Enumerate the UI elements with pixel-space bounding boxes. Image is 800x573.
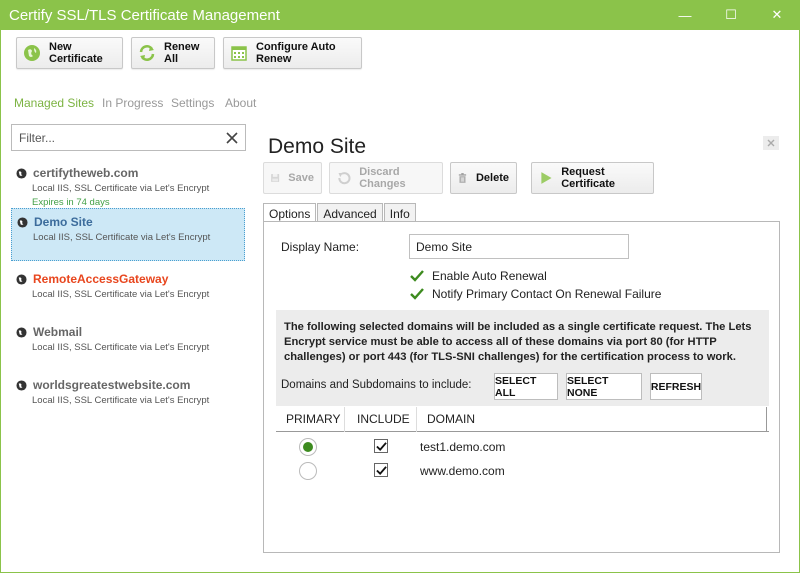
notify-contact-checkbox[interactable]: Notify Primary Contact On Renewal Failur… [409, 286, 661, 302]
site-name: worldsgreatestwebsite.com [33, 378, 191, 392]
clear-filter-button[interactable] [219, 131, 245, 144]
list-item[interactable]: certifytheweb.com Local IIS, SSL Certifi… [11, 160, 245, 208]
column-primary[interactable]: PRIMARY [286, 412, 340, 426]
trash-icon [458, 173, 467, 183]
refresh-icon [139, 45, 155, 61]
window-title: Certify SSL/TLS Certificate Management [9, 6, 280, 24]
list-item-selected[interactable]: Demo Site Local IIS, SSL Certificate via… [11, 208, 245, 261]
site-description: Local IIS, SSL Certificate via Let's Enc… [32, 183, 210, 194]
checkmark-icon [410, 270, 424, 282]
site-description: Local IIS, SSL Certificate via Let's Enc… [32, 342, 210, 353]
globe-icon [16, 273, 27, 285]
tab-in-progress[interactable]: In Progress [102, 96, 163, 110]
save-button[interactable]: Save [263, 162, 322, 194]
configure-auto-renew-button[interactable]: Configure Auto Renew [223, 37, 362, 69]
refresh-button[interactable]: REFRESH [650, 373, 702, 400]
column-domain[interactable]: DOMAIN [427, 412, 475, 426]
maximize-button[interactable]: ☐ [708, 0, 754, 30]
configure-auto-renew-label: Configure Auto Renew [256, 41, 336, 65]
request-certificate-label: Request Certificate [561, 166, 616, 190]
checkmark-icon [410, 288, 424, 300]
filter-input[interactable] [12, 125, 219, 150]
primary-radio[interactable] [299, 462, 317, 480]
primary-radio[interactable] [299, 438, 317, 456]
list-item[interactable]: worldsgreatestwebsite.com Local IIS, SSL… [11, 372, 245, 418]
globe-icon [16, 326, 27, 338]
discard-changes-label: Discard Changes [359, 166, 406, 190]
close-button[interactable]: ✕ [754, 0, 800, 30]
maximize-icon: ☐ [725, 7, 737, 22]
globe-icon [24, 45, 40, 61]
site-description: Local IIS, SSL Certificate via Let's Enc… [32, 289, 210, 300]
renew-all-button[interactable]: Renew All [131, 37, 215, 69]
display-name-field[interactable] [409, 234, 629, 259]
globe-icon [17, 216, 28, 228]
tab-advanced[interactable]: Advanced [317, 203, 383, 222]
domains-label: Domains and Subdomains to include: [281, 379, 472, 391]
site-name: RemoteAccessGateway [33, 272, 169, 286]
save-icon [271, 173, 280, 183]
globe-icon [16, 379, 27, 391]
domains-info-box: The following selected domains will be i… [276, 310, 769, 406]
minimize-button[interactable]: — [662, 0, 708, 30]
calendar-icon [231, 46, 247, 61]
tab-options[interactable]: Options [263, 203, 317, 223]
page-title: Demo Site [268, 135, 367, 158]
new-certificate-label: New Certificate [49, 41, 103, 65]
select-none-button[interactable]: SELECT NONE [566, 373, 642, 400]
domain-name: test1.demo.com [420, 440, 506, 454]
tab-managed-sites[interactable]: Managed Sites [14, 96, 94, 110]
display-name-label: Display Name: [281, 240, 360, 254]
enable-auto-renewal-checkbox[interactable]: Enable Auto Renewal [409, 268, 547, 284]
renew-all-label: Renew All [164, 41, 200, 65]
enable-auto-renewal-label: Enable Auto Renewal [432, 269, 547, 283]
table-row: test1.demo.com [276, 435, 769, 459]
notify-contact-label: Notify Primary Contact On Renewal Failur… [432, 287, 662, 301]
tab-about[interactable]: About [225, 96, 256, 110]
domain-table-header: PRIMARY INCLUDE DOMAIN [276, 407, 769, 432]
include-checkbox[interactable] [374, 463, 388, 477]
minimize-icon: — [678, 7, 692, 23]
list-item[interactable]: RemoteAccessGateway Local IIS, SSL Certi… [11, 266, 245, 312]
delete-label: Delete [475, 172, 509, 184]
close-icon [226, 131, 238, 144]
close-detail-button[interactable] [763, 136, 779, 150]
globe-icon [16, 167, 27, 179]
info-text: The following selected domains will be i… [284, 321, 752, 363]
table-row: www.demo.com [276, 459, 769, 483]
delete-button[interactable]: Delete [450, 162, 517, 194]
tab-settings[interactable]: Settings [171, 96, 214, 110]
title-bar: Certify SSL/TLS Certificate Management —… [0, 0, 800, 30]
new-certificate-button[interactable]: New Certificate [16, 37, 123, 69]
site-description: Local IIS, SSL Certificate via Let's Enc… [33, 232, 211, 243]
select-all-button[interactable]: SELECT ALL [494, 373, 558, 400]
filter-box [11, 124, 246, 151]
undo-icon [338, 172, 351, 185]
column-include[interactable]: INCLUDE [357, 412, 410, 426]
site-expiry: Expires in 74 days [32, 197, 110, 208]
checkmark-icon [375, 441, 387, 451]
list-item[interactable]: Webmail Local IIS, SSL Certificate via L… [11, 319, 245, 365]
domain-name: www.demo.com [420, 464, 505, 478]
include-checkbox[interactable] [374, 439, 388, 453]
checkmark-icon [375, 465, 387, 475]
site-name: certifytheweb.com [33, 166, 139, 180]
site-name: Demo Site [34, 215, 93, 229]
site-description: Local IIS, SSL Certificate via Let's Enc… [32, 395, 210, 406]
close-icon: ✕ [771, 7, 783, 22]
site-name: Webmail [33, 325, 83, 339]
close-icon [767, 139, 775, 147]
discard-changes-button[interactable]: Discard Changes [329, 162, 443, 194]
tab-info[interactable]: Info [383, 203, 416, 222]
play-icon [541, 172, 552, 184]
detail-tabs: Options Advanced Info [263, 203, 417, 223]
request-certificate-button[interactable]: Request Certificate [531, 162, 654, 194]
save-label: Save [288, 172, 314, 184]
